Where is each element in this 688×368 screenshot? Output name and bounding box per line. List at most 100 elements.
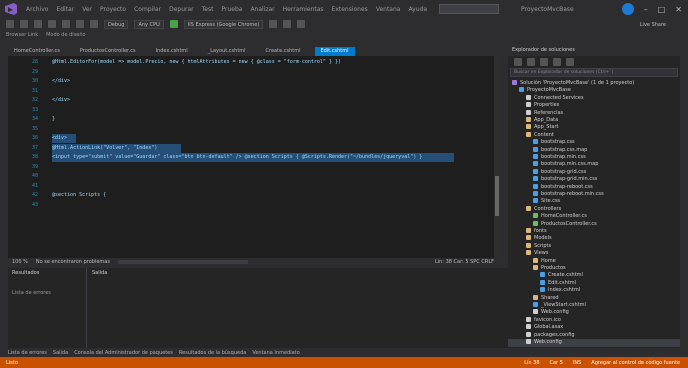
menu-proyecto[interactable]: Proyecto bbox=[100, 6, 126, 13]
code-line[interactable]: 43 bbox=[8, 201, 500, 210]
code-line[interactable]: 35 bbox=[8, 125, 500, 134]
design-mode-button[interactable]: Modo de diseño bbox=[46, 32, 86, 38]
tree-item[interactable]: Site.css bbox=[508, 198, 680, 206]
config-dropdown[interactable]: Debug bbox=[104, 19, 129, 29]
tree-item[interactable]: _ViewStart.cshtml bbox=[508, 302, 680, 310]
issues-indicator[interactable]: No se encontraron problemas bbox=[36, 259, 110, 265]
menu-ventana[interactable]: Ventana bbox=[376, 6, 401, 13]
tree-item[interactable]: packages.config bbox=[508, 331, 680, 340]
code-line[interactable]: 42 @section Scripts { bbox=[8, 191, 500, 200]
tree-item[interactable]: fonts bbox=[508, 228, 680, 236]
code-line[interactable]: 41 bbox=[8, 182, 500, 191]
code-line[interactable]: 34} bbox=[8, 115, 500, 124]
menu-test[interactable]: Test bbox=[202, 6, 214, 13]
menu-compilar[interactable]: Compilar bbox=[134, 6, 161, 13]
code-line[interactable]: 30 </div> bbox=[8, 77, 500, 86]
redo-icon[interactable] bbox=[90, 20, 98, 28]
menu-herramientas[interactable]: Herramientas bbox=[283, 6, 324, 13]
code-line[interactable]: 38 <input type="submit" value="Guardar" … bbox=[8, 153, 500, 162]
tool-tab-0[interactable]: Lista de errores bbox=[8, 350, 47, 356]
save-all-icon[interactable] bbox=[62, 20, 70, 28]
minimize-icon[interactable]: – bbox=[644, 5, 648, 14]
browser-link-button[interactable]: Browser Link bbox=[6, 32, 38, 38]
tool-tab-2[interactable]: Consola del Administrador de paquetes bbox=[74, 350, 173, 356]
tree-item[interactable]: HomeController.cs bbox=[508, 213, 680, 221]
menu-editar[interactable]: Editar bbox=[56, 6, 74, 13]
solution-search-input[interactable]: Buscar en Explorador de soluciones (Ctrl… bbox=[510, 68, 678, 77]
tree-item[interactable]: Connected Services bbox=[508, 94, 680, 103]
liveshare-button[interactable]: Live Share bbox=[640, 22, 666, 28]
tree-item[interactable]: Global.asax bbox=[508, 324, 680, 332]
show-all-files-icon[interactable] bbox=[553, 57, 561, 66]
editor-vertical-scrollbar[interactable] bbox=[494, 56, 500, 258]
code-line[interactable]: 40 bbox=[8, 172, 500, 181]
tree-item[interactable]: bootstrap-grid.css bbox=[508, 168, 680, 177]
sync-icon[interactable] bbox=[527, 57, 535, 66]
maximize-icon[interactable]: □ bbox=[658, 5, 666, 14]
tool-tab-3[interactable]: Resultados de la búsqueda bbox=[179, 350, 246, 356]
status-item-3[interactable]: Agregar al control de código fuente bbox=[591, 360, 680, 366]
undo-icon[interactable] bbox=[76, 20, 84, 28]
comment-icon[interactable] bbox=[297, 20, 306, 28]
tree-item[interactable]: Solución 'ProyectoMvcBase' (1 de 1 proye… bbox=[508, 80, 680, 88]
tree-item[interactable]: bootstrap.min.css bbox=[508, 154, 680, 162]
run-icon[interactable] bbox=[169, 20, 178, 28]
tab-homecontroller-cs[interactable]: HomeController.cs bbox=[8, 47, 66, 56]
tree-item[interactable]: Scripts bbox=[508, 242, 680, 251]
code-line[interactable]: 32 </div> bbox=[8, 96, 500, 105]
tree-item[interactable]: ProyectoMvcBase bbox=[508, 87, 680, 95]
tree-item[interactable]: bootstrap.css.map bbox=[508, 146, 680, 155]
menu-depurar[interactable]: Depurar bbox=[169, 6, 194, 13]
tree-item[interactable]: bootstrap-grid.min.css bbox=[508, 176, 680, 184]
tree-item[interactable]: bootstrap-reboot.min.css bbox=[508, 191, 680, 199]
tab--layout-cshtml[interactable]: _Layout.cshtml bbox=[201, 47, 252, 56]
editor-horizontal-scrollbar[interactable] bbox=[117, 260, 248, 264]
editor-scroll-thumb[interactable] bbox=[495, 176, 499, 216]
menu-ver[interactable]: Ver bbox=[82, 6, 92, 13]
code-line[interactable]: 39 bbox=[8, 163, 500, 172]
tree-item[interactable]: ProductosController.cs bbox=[508, 220, 680, 229]
error-list-label[interactable]: Lista de errores bbox=[12, 290, 51, 298]
tree-item[interactable]: bootstrap-reboot.css bbox=[508, 183, 680, 192]
tree-item[interactable]: App_Start bbox=[508, 124, 680, 132]
tab-productoscontroller-cs[interactable]: ProductosController.cs bbox=[73, 47, 142, 56]
menu-analizar[interactable]: Analizar bbox=[250, 6, 274, 13]
tree-item[interactable]: Web.config bbox=[508, 309, 680, 317]
tree-item[interactable]: Productos bbox=[508, 265, 680, 273]
tree-item[interactable]: bootstrap.min.css.map bbox=[508, 161, 680, 169]
platform-dropdown[interactable]: Any CPU bbox=[134, 19, 164, 29]
code-line[interactable]: 29 bbox=[8, 68, 500, 77]
menu-archivo[interactable]: Archivo bbox=[26, 6, 48, 13]
forward-icon[interactable] bbox=[20, 20, 28, 28]
tool-tab-1[interactable]: Salida bbox=[53, 350, 68, 356]
code-line[interactable]: 28 @Html.EditorFor(model => model.Precio… bbox=[8, 58, 500, 67]
tree-item[interactable]: Web.config bbox=[508, 339, 680, 347]
run-target-dropdown[interactable]: IIS Express (Google Chrome) bbox=[183, 19, 264, 29]
save-icon[interactable] bbox=[48, 20, 56, 28]
tree-item[interactable]: Properties bbox=[508, 102, 680, 110]
tree-item[interactable]: Create.cshtml bbox=[508, 272, 680, 280]
panel-divider[interactable] bbox=[86, 268, 87, 348]
close-icon[interactable]: ✕ bbox=[675, 5, 682, 14]
refresh-icon[interactable] bbox=[269, 20, 278, 28]
tree-item[interactable]: Shared bbox=[508, 294, 680, 303]
properties-icon[interactable] bbox=[566, 57, 574, 66]
code-line[interactable]: 37 @Html.ActionLink("Volver", "Index") bbox=[8, 144, 500, 153]
tree-item[interactable]: Content bbox=[508, 131, 680, 140]
tool-tab-4[interactable]: Ventana Inmediato bbox=[252, 350, 299, 356]
tree-item[interactable]: Index.cshtml bbox=[508, 287, 680, 295]
collapse-all-icon[interactable] bbox=[540, 57, 548, 66]
tab-index-cshtml[interactable]: Index.cshtml bbox=[149, 47, 194, 56]
tree-item[interactable]: Models bbox=[508, 235, 680, 243]
tree-item[interactable]: Controllers bbox=[508, 205, 680, 214]
tree-item[interactable]: Views bbox=[508, 250, 680, 258]
back-icon[interactable] bbox=[6, 20, 14, 28]
tree-item[interactable]: Home bbox=[508, 257, 680, 266]
zoom-level[interactable]: 100 % bbox=[12, 259, 28, 265]
tree-item[interactable]: App_Data bbox=[508, 117, 680, 125]
tree-item[interactable]: bootstrap.css bbox=[508, 139, 680, 147]
code-line[interactable]: 33 bbox=[8, 106, 500, 115]
menu-ayuda[interactable]: Ayuda bbox=[408, 6, 427, 13]
account-avatar[interactable] bbox=[621, 3, 634, 15]
menu-prueba[interactable]: Prueba bbox=[221, 6, 242, 13]
